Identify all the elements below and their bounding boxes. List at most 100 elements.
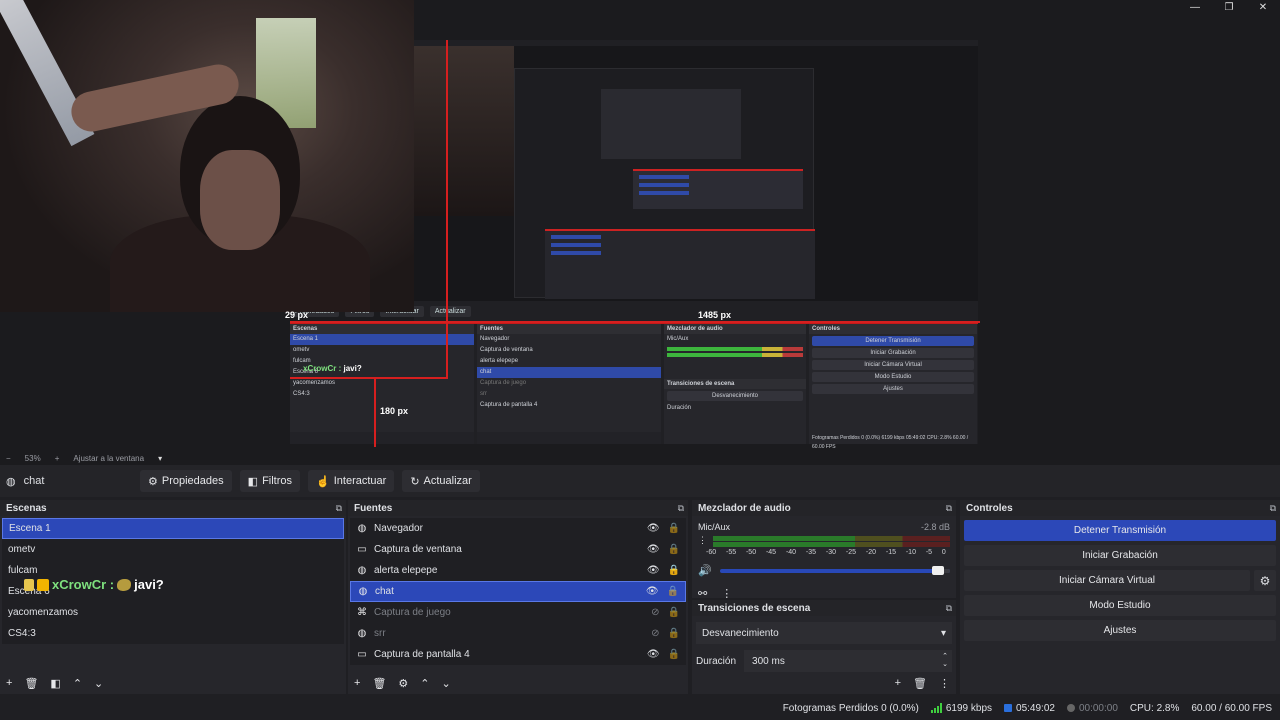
scene-item[interactable]: CS4:3 bbox=[2, 623, 344, 644]
refresh-button[interactable]: ↻ Actualizar bbox=[402, 470, 480, 492]
trash-icon[interactable]: 🗑 bbox=[24, 677, 38, 690]
globe-icon: ◍ bbox=[358, 586, 368, 597]
eye-hidden-icon[interactable]: ⊘ bbox=[651, 607, 659, 618]
maximize-button[interactable]: ❐ bbox=[1212, 0, 1246, 14]
start-virtual-camera-button[interactable]: Iniciar Cámara Virtual bbox=[964, 570, 1250, 591]
properties-button[interactable]: ⚙ Propiedades bbox=[140, 470, 232, 492]
zoom-fit-label[interactable]: Ajustar a la ventana bbox=[73, 454, 144, 463]
popout-icon[interactable]: ⧉ bbox=[678, 503, 684, 514]
meter-tick: -35 bbox=[805, 549, 817, 556]
eye-icon[interactable]: 👁 bbox=[646, 586, 659, 597]
add-icon[interactable]: + bbox=[354, 677, 360, 689]
interact-label: Interactuar bbox=[333, 475, 387, 487]
trash-icon[interactable]: 🗑 bbox=[913, 677, 927, 690]
source-item[interactable]: ⌘ Captura de juego ⊘ 🔒 bbox=[350, 602, 686, 623]
popout-icon[interactable]: ⧉ bbox=[1270, 503, 1276, 514]
scene-item[interactable]: Escena 1 bbox=[2, 518, 344, 539]
filters-button[interactable]: ◧ Filtros bbox=[239, 470, 301, 492]
more-icon[interactable]: ⋮ bbox=[721, 587, 732, 600]
mixer-channel: Mic/Aux -2.8 dB ⋮ -60 -55 -50 -45 -40 -35 -30 -2… bbox=[692, 516, 956, 600]
popout-icon[interactable]: ⧉ bbox=[336, 503, 342, 514]
transitions-dock: Transiciones de escena ⧉ Desvanecimiento ▾… bbox=[692, 600, 956, 694]
start-recording-button[interactable]: Iniciar Grabación bbox=[964, 545, 1276, 566]
studio-mode-button[interactable]: Modo Estudio bbox=[964, 595, 1276, 616]
window-icon: ▭ bbox=[357, 544, 367, 555]
close-button[interactable]: ✕ bbox=[1246, 0, 1280, 14]
stream-icon bbox=[1004, 704, 1013, 712]
down-arrow-icon[interactable]: ⌄ bbox=[94, 677, 103, 690]
zoom-in-button[interactable]: + bbox=[55, 454, 60, 463]
speaker-icon[interactable]: 🔊 bbox=[698, 564, 712, 577]
chevron-down-icon[interactable]: ▾ bbox=[158, 454, 162, 463]
popout-icon[interactable]: ⧉ bbox=[946, 603, 952, 614]
more-icon[interactable]: ⋮ bbox=[698, 535, 707, 546]
unlock-icon[interactable]: 🔒 bbox=[668, 649, 680, 660]
stop-stream-button[interactable]: Detener Transmisión bbox=[964, 520, 1276, 541]
chevron-down-icon: ▾ bbox=[940, 627, 946, 639]
filter-icon[interactable]: ◧ bbox=[50, 677, 60, 690]
fps: 60.00 / 60.00 FPS bbox=[1191, 702, 1272, 714]
scenes-footer: + 🗑 ◧ ⌃ ⌄ bbox=[0, 674, 346, 692]
unlock-icon[interactable]: 🔒 bbox=[668, 544, 680, 555]
source-label: Captura de pantalla 4 bbox=[374, 649, 470, 660]
eye-icon[interactable]: 👁 bbox=[647, 544, 660, 555]
unlock-icon[interactable]: 🔒 bbox=[668, 607, 680, 618]
unlock-icon[interactable]: 🔒 bbox=[668, 628, 680, 639]
measure-bottom-label: 180 px bbox=[380, 406, 409, 416]
up-arrow-icon[interactable]: ⌃ bbox=[420, 677, 429, 690]
down-arrow-icon[interactable]: ⌄ bbox=[442, 677, 451, 690]
webcam-source bbox=[0, 0, 414, 312]
scenes-header: Escenas ⧉ bbox=[0, 500, 346, 516]
scene-item[interactable]: ometv bbox=[2, 539, 344, 560]
zoom-level: 53% bbox=[24, 453, 41, 463]
trash-icon[interactable]: 🗑 bbox=[372, 677, 386, 690]
level-meter-left bbox=[713, 536, 950, 541]
unlock-icon[interactable]: 🔒 bbox=[668, 523, 680, 534]
eye-icon[interactable]: 👁 bbox=[647, 649, 660, 660]
source-item[interactable]: ▭ Captura de pantalla 4 👁 🔒 bbox=[350, 644, 686, 665]
up-arrow-icon[interactable]: ⌃ bbox=[73, 677, 82, 690]
interact-button[interactable]: ☝ Interactuar bbox=[308, 470, 395, 492]
meter-tick: 0 bbox=[941, 549, 946, 556]
gear-icon[interactable]: ⚙ bbox=[398, 677, 408, 690]
nested-docks: Escenas Escena 1 ometv fulcam Escena 6 y… bbox=[290, 322, 978, 450]
preview-area[interactable]: Propiedades Filtros Interactuar Actualiz… bbox=[0, 0, 1280, 451]
source-item[interactable]: ◍ srr ⊘ 🔒 bbox=[350, 623, 686, 644]
eye-icon[interactable]: 👁 bbox=[647, 523, 660, 534]
live-time-value: 05:49:02 bbox=[1016, 702, 1055, 714]
add-icon[interactable]: + bbox=[895, 677, 901, 690]
more-icon[interactable]: ⋮ bbox=[939, 677, 950, 690]
measure-left-label: 29 px bbox=[285, 310, 309, 320]
scene-item[interactable]: yacomenzamos bbox=[2, 602, 344, 623]
meter-tick: -50 bbox=[745, 549, 757, 556]
eye-icon[interactable]: 👁 bbox=[647, 565, 660, 576]
source-item[interactable]: ▭ Captura de ventana 👁 🔒 bbox=[350, 539, 686, 560]
add-icon[interactable]: + bbox=[6, 677, 12, 689]
volume-slider[interactable] bbox=[719, 565, 950, 575]
eye-hidden-icon[interactable]: ⊘ bbox=[651, 628, 659, 639]
duration-input[interactable]: 300 ms ⌃ ⌄ bbox=[744, 650, 952, 672]
guide-line-right bbox=[446, 321, 448, 379]
gear-icon[interactable]: ⚙ bbox=[1254, 570, 1276, 591]
transitions-header: Transiciones de escena ⧉ bbox=[692, 600, 956, 616]
unlock-icon[interactable]: 🔒 bbox=[667, 586, 679, 597]
transition-select[interactable]: Desvanecimiento ▾ bbox=[696, 622, 952, 644]
source-item[interactable]: ◍ chat 👁 🔒 bbox=[350, 581, 686, 602]
volume-knob[interactable] bbox=[932, 565, 945, 575]
lock-icon[interactable]: 🔒 bbox=[668, 565, 680, 576]
source-item[interactable]: ◍ Navegador 👁 🔒 bbox=[350, 518, 686, 539]
settings-button[interactable]: Ajustes bbox=[964, 620, 1276, 641]
spinner-icon[interactable]: ⌃ ⌄ bbox=[942, 653, 948, 669]
meter-tick: -60 bbox=[706, 549, 717, 556]
filter-icon: ◧ bbox=[247, 475, 259, 488]
scenes-title: Escenas bbox=[6, 502, 47, 514]
nested-preview bbox=[414, 46, 978, 301]
dropped-frames: Fotogramas Perdidos 0 (0.0%) bbox=[782, 702, 919, 714]
zoom-out-button[interactable]: − bbox=[6, 454, 11, 463]
globe-icon: ◍ bbox=[357, 628, 367, 639]
sources-dock: Fuentes ⧉ ◍ Navegador 👁 🔒 ▭ Captura de ventana… bbox=[348, 500, 688, 694]
link-icon[interactable]: ⚯ bbox=[698, 587, 707, 600]
popout-icon[interactable]: ⧉ bbox=[946, 503, 952, 514]
source-item[interactable]: ◍ alerta elepepe 👁 🔒 bbox=[350, 560, 686, 581]
minimize-button[interactable]: — bbox=[1178, 0, 1212, 14]
